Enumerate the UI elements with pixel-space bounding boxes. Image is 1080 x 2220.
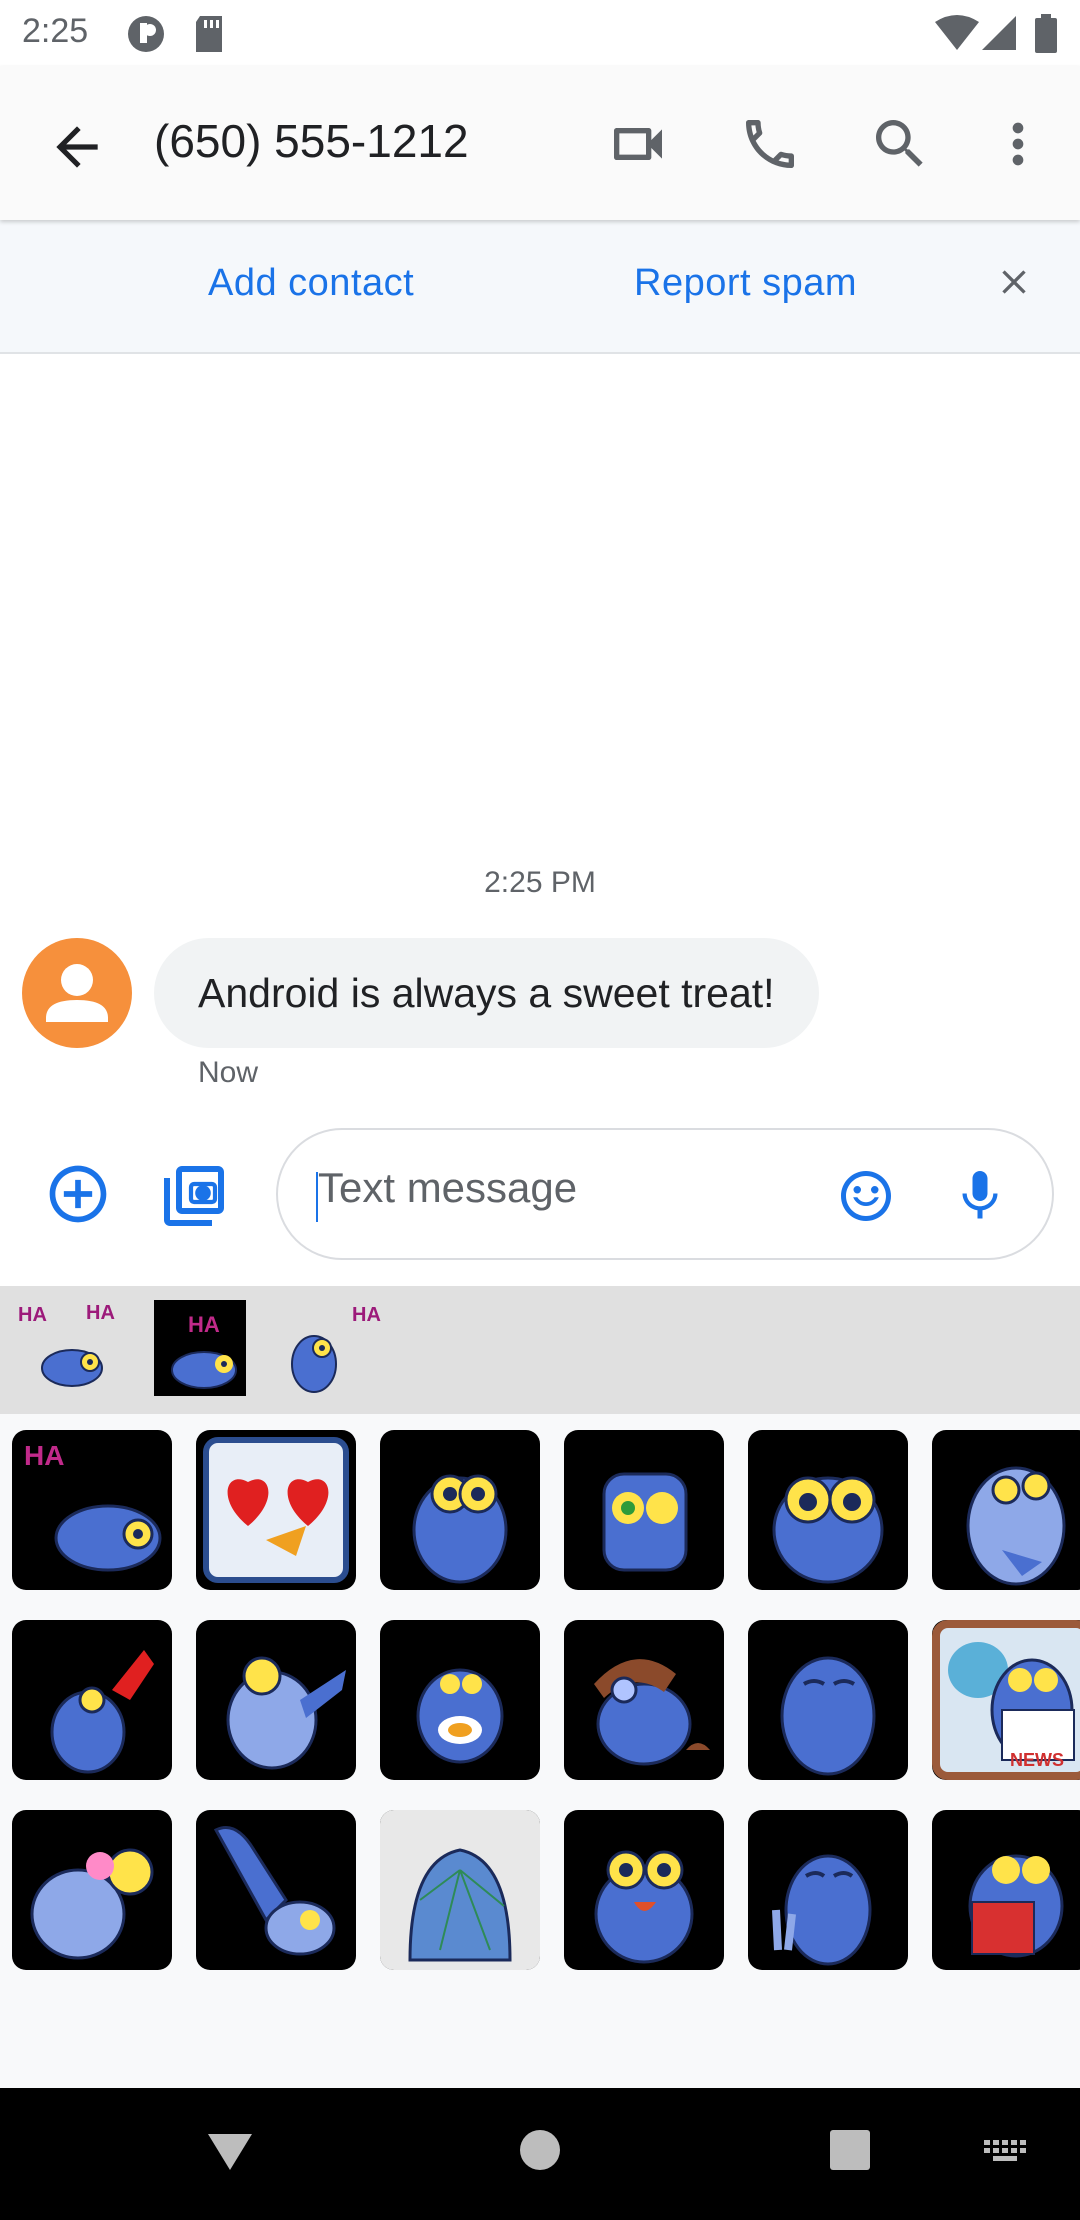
message-bubble[interactable]: Android is always a sweet treat! xyxy=(154,938,819,1048)
recent-sticker[interactable]: HA xyxy=(282,1300,381,1396)
hearts-sticker[interactable] xyxy=(196,1430,356,1590)
bird-excited-sticker[interactable] xyxy=(564,1810,724,1970)
laugh-caption: HA xyxy=(86,1302,115,1324)
news-caption: NEWS xyxy=(1010,1750,1064,1770)
bird-money-eyes-sticker[interactable] xyxy=(564,1430,724,1590)
bird-calm-sticker[interactable] xyxy=(748,1620,908,1780)
add-contact-button[interactable]: Add contact xyxy=(208,262,414,305)
microphone-icon[interactable] xyxy=(950,1166,1010,1231)
battery-icon xyxy=(1034,14,1058,59)
emoji-icon[interactable] xyxy=(836,1166,896,1231)
gallery-camera-icon[interactable] xyxy=(158,1160,230,1237)
laugh-caption: HA xyxy=(24,1440,65,1471)
laugh-caption: HA xyxy=(188,1312,220,1337)
recent-sticker[interactable]: HA xyxy=(154,1300,246,1396)
bird-dabbing-sticker[interactable] xyxy=(196,1620,356,1780)
sd-card-icon xyxy=(192,14,226,59)
bird-laughing-sticker[interactable]: HA xyxy=(12,1430,172,1590)
conversation-timestamp: 2:25 PM xyxy=(484,866,596,899)
sticker-panel: HA NEWS xyxy=(0,1414,1080,2088)
status-bar: 2:25 xyxy=(0,0,1080,66)
back-arrow-icon[interactable] xyxy=(46,116,108,183)
recent-sticker[interactable]: HA HA xyxy=(14,1300,115,1396)
close-icon[interactable] xyxy=(994,262,1034,307)
app-bar: (650) 555-1212 xyxy=(0,66,1080,220)
keyboard-icon[interactable] xyxy=(984,2140,1028,2173)
message-input-placeholder: Text message xyxy=(318,1164,578,1211)
bird-love-sticker[interactable] xyxy=(12,1810,172,1970)
back-triangle-icon[interactable] xyxy=(206,2128,254,2181)
laugh-caption: HA xyxy=(18,1304,47,1326)
recents-square-icon[interactable] xyxy=(828,2128,872,2177)
bird-aviator-sticker[interactable] xyxy=(564,1620,724,1780)
bird-staring-sticker[interactable] xyxy=(380,1430,540,1590)
notification-dot-icon xyxy=(126,14,166,59)
unknown-sender-banner: Add contact Report spam xyxy=(0,220,1080,354)
video-call-icon[interactable] xyxy=(606,112,670,176)
home-circle-icon[interactable] xyxy=(518,2128,562,2177)
add-attachment-icon[interactable] xyxy=(44,1160,112,1233)
status-time: 2:25 xyxy=(22,12,89,50)
conversation-title: (650) 555-1212 xyxy=(154,115,469,167)
avatar[interactable] xyxy=(22,938,132,1048)
bird-big-eyes-sticker[interactable] xyxy=(748,1430,908,1590)
bird-reading-sticker[interactable] xyxy=(932,1810,1080,1970)
recent-stickers-strip: HA HA HA HA xyxy=(0,1286,1080,1414)
message-input[interactable]: Text message xyxy=(276,1128,1054,1260)
more-vert-icon[interactable] xyxy=(986,112,1050,176)
phone-icon[interactable] xyxy=(738,112,802,176)
wifi-icon xyxy=(934,14,980,57)
search-icon[interactable] xyxy=(868,112,932,176)
bird-peace-sticker[interactable] xyxy=(748,1810,908,1970)
bird-eating-sticker[interactable] xyxy=(380,1620,540,1780)
report-spam-button[interactable]: Report spam xyxy=(634,262,857,305)
message-time: Now xyxy=(198,1056,259,1089)
bird-waving-sticker[interactable] xyxy=(12,1620,172,1780)
bird-thumbs-up-sticker[interactable] xyxy=(196,1810,356,1970)
bird-thinking-sticker[interactable] xyxy=(932,1430,1080,1590)
person-icon xyxy=(46,964,108,1022)
bird-news-sticker[interactable]: NEWS xyxy=(932,1620,1080,1780)
bird-cracked-sticker[interactable] xyxy=(380,1810,540,1970)
signal-icon xyxy=(980,14,1018,57)
navigation-bar xyxy=(0,2088,1080,2220)
laugh-caption: HA xyxy=(352,1304,381,1326)
